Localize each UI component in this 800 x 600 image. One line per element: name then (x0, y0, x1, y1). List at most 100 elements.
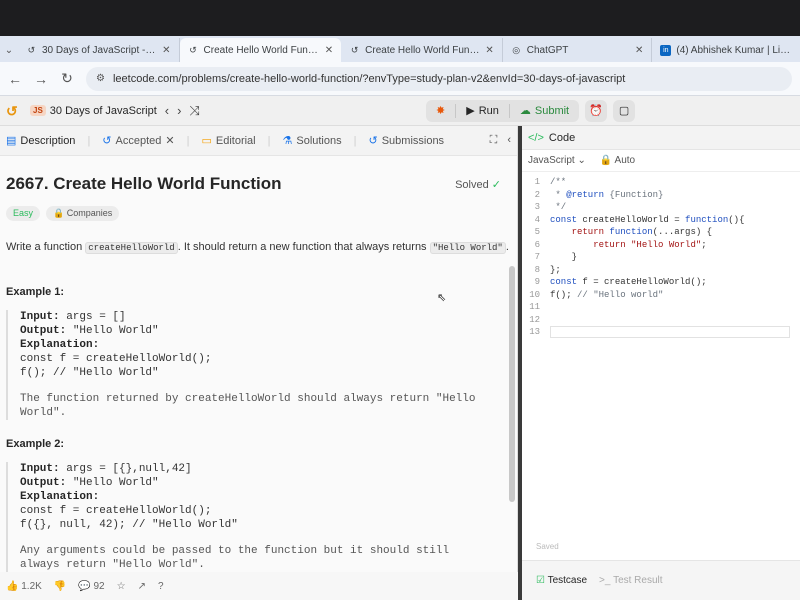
debug-button[interactable]: ✸ (426, 100, 455, 122)
chevron-down-icon: ⌄ (577, 155, 586, 166)
js-chip: JS (30, 105, 46, 116)
dislike-icon[interactable]: 👎 (54, 581, 66, 592)
tab-test-result[interactable]: >_ Test Result (599, 575, 662, 586)
tab-description[interactable]: ▤ Description (6, 134, 75, 148)
lock-icon: 🔒 (599, 155, 613, 166)
code-editor[interactable]: 1/** 2 * @return {Function} 3 */ 4 const … (522, 172, 800, 339)
history-icon: ↺ (102, 135, 112, 147)
run-button[interactable]: ▶ Run (456, 100, 509, 122)
description-footer: 👍 1.2K 👎 💬 92 ☆ ↗ ? (0, 572, 518, 600)
lock-icon: 🔒 (53, 208, 65, 218)
address-bar: ← → ↻ ⚙ leetcode.com/problems/create-hel… (0, 62, 800, 96)
collapse-icon[interactable]: ‹ (507, 134, 511, 147)
solved-badge: Solved ✓ (455, 178, 501, 191)
history-icon: ↺ (368, 135, 378, 147)
code-line: 7 } (534, 252, 578, 263)
code-line: 2 * @return {Function} (534, 189, 664, 200)
code-toolbar: JavaScript ⌄ 🔒 Auto (522, 150, 800, 172)
code-line: 5 return function (...args) { (534, 227, 713, 238)
share-icon[interactable]: ↗ (138, 581, 146, 592)
close-icon[interactable]: ✕ (325, 45, 333, 56)
note-icon: ▢ (618, 105, 630, 117)
close-icon[interactable]: ✕ (485, 45, 493, 56)
forward-arrow-icon[interactable]: → (34, 71, 48, 87)
comment-icon: 💬 (78, 580, 91, 592)
tab-solutions[interactable]: ⚗ Solutions (282, 134, 341, 148)
check-circle-icon: ✓ (491, 178, 501, 191)
screen-bezel (0, 0, 800, 36)
leetcode-icon: ↺ (350, 44, 359, 55)
tab-editorial[interactable]: ▭ Editorial (201, 134, 255, 148)
study-plan-button[interactable]: JS 30 Days of JavaScript (30, 105, 157, 117)
submit-button[interactable]: ☁ Submit (510, 100, 579, 122)
difficulty-tag[interactable]: Easy (6, 206, 41, 221)
browser-tab-study-plan[interactable]: ↺ 30 Days of JavaScript - Study Pl ✕ (18, 38, 180, 62)
help-icon[interactable]: ? (158, 581, 164, 592)
browser-tab-linkedin[interactable]: in (4) Abhishek Kumar | LinkedIn (652, 38, 800, 62)
saved-indicator: Saved (536, 542, 559, 551)
close-icon[interactable]: ✕ (162, 45, 170, 56)
problem-description: Write a function createHelloWorld. It sh… (6, 241, 509, 254)
timer-button[interactable]: ⏰ (585, 99, 608, 122)
example-2-title: Example 2: (6, 438, 65, 450)
problem-content: 2667. Create Hello World Function Solved… (0, 156, 517, 586)
leetcode-icon: ↺ (189, 44, 197, 55)
bug-icon: ✸ (436, 105, 446, 117)
shuffle-icon[interactable]: ⤨ (189, 103, 199, 119)
like-button[interactable]: 👍 1.2K (6, 581, 42, 592)
code-header: </> Code (522, 126, 800, 150)
code-panel: </> Code JavaScript ⌄ 🔒 Auto 1/** 2 * @r… (522, 126, 800, 600)
thumbs-up-icon: 👍 (6, 580, 19, 592)
code-line: 12 (529, 314, 540, 325)
browser-tab-bar: ⌄ ↺ 30 Days of JavaScript - Study Pl ✕ ↺… (0, 36, 800, 62)
example-1-title: Example 1: (6, 286, 65, 298)
browser-tab-hello-world-2[interactable]: ↺ Create Hello World Function - L ✕ (341, 38, 503, 62)
site-settings-icon[interactable]: ⚙ (96, 73, 105, 84)
alarm-icon: ⏰ (589, 105, 603, 117)
close-icon[interactable]: ✕ (165, 134, 174, 147)
code-brackets-icon: </> (528, 131, 544, 144)
tab-submissions[interactable]: ↺ Submissions (368, 134, 444, 148)
next-problem-icon[interactable]: › (177, 103, 181, 118)
browser-tab-chatgpt[interactable]: ◎ ChatGPT ✕ (503, 38, 653, 62)
console-tabs: ☑ Testcase >_ Test Result (522, 560, 800, 600)
description-tabs: ▤ Description | ↺ Accepted ✕ | ▭ Editori… (0, 126, 517, 156)
leetcode-logo-icon[interactable]: ↺ (6, 103, 22, 119)
comments-button[interactable]: 💬 92 (78, 581, 104, 592)
chatgpt-icon: ◎ (512, 44, 521, 55)
tab-accepted[interactable]: ↺ Accepted ✕ (102, 134, 174, 148)
book-icon: ▭ (201, 135, 212, 147)
reload-icon[interactable]: ↻ (60, 70, 74, 87)
code-line: 10 f(); // "Hello world" (529, 289, 664, 300)
code-line: 8}; (534, 264, 561, 275)
play-icon: ▶ (466, 105, 475, 117)
url-text: leetcode.com/problems/create-hello-world… (112, 72, 626, 85)
code-line: 13 (522, 326, 800, 339)
code-line: 9 const f = createHelloWorld(); (534, 277, 707, 288)
example-2-block: Input: args = [{},null,42] Output: "Hell… (6, 462, 511, 572)
tab-search-chevron-icon[interactable]: ⌄ (0, 38, 18, 62)
prev-problem-icon[interactable]: ‹ (165, 103, 169, 118)
checkbox-icon: ☑ (536, 575, 545, 586)
study-plan-label: 30 Days of JavaScript (49, 104, 157, 117)
companies-tag[interactable]: 🔒 Companies (46, 206, 120, 221)
back-arrow-icon[interactable]: ← (8, 71, 22, 87)
auto-mode[interactable]: 🔒 Auto (600, 155, 635, 166)
current-line[interactable] (550, 326, 790, 339)
example-1-block: Input: args = [] Output: "Hello World" E… (6, 310, 511, 420)
notes-button[interactable]: ▢ (613, 99, 636, 122)
expand-icon[interactable]: ⛶ (490, 134, 498, 147)
linkedin-icon: in (660, 44, 672, 56)
star-icon[interactable]: ☆ (117, 581, 126, 592)
close-icon[interactable]: ✕ (635, 45, 643, 56)
description-scrollbar[interactable] (509, 266, 515, 502)
browser-tab-hello-world[interactable]: ↺ Create Hello World Function - L ✕ (179, 38, 342, 62)
page-title: 2667. Create Hello World Function (6, 174, 282, 193)
code-line: 11 (529, 302, 540, 313)
terminal-icon: >_ (599, 575, 611, 586)
mouse-cursor-icon: ⇖ (437, 292, 447, 304)
cloud-upload-icon: ☁ (519, 105, 531, 117)
language-select[interactable]: JavaScript ⌄ (528, 155, 586, 166)
url-field[interactable]: ⚙ leetcode.com/problems/create-hello-wor… (86, 66, 792, 91)
tab-testcase[interactable]: ☑ Testcase (536, 575, 587, 586)
